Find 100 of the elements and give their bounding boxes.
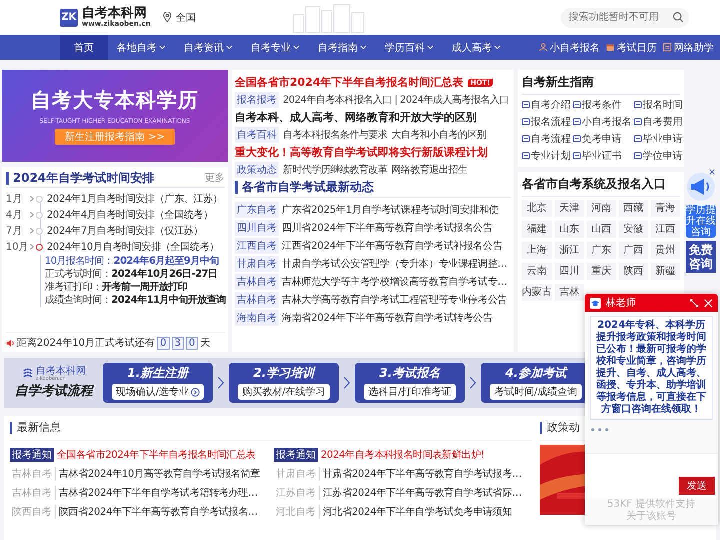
article-link[interactable]: 陕西省2024年下半年高等教育自学考试报名… <box>59 504 258 518</box>
article-link[interactable]: 海南省2024年下半年高等教育自学考试转考公告 <box>282 311 493 325</box>
article-link[interactable]: 全国各省市2024年下半年自考报名时间汇总表 <box>57 448 256 462</box>
banner-title: 自考大专本科学历 <box>31 87 199 114</box>
region-tag[interactable]: 甘肃自考 <box>235 256 279 272</box>
guide-link[interactable]: 小自考报名 <box>573 115 632 129</box>
schedule-link[interactable]: 2024年1月自考时间安排（广东、江苏） <box>47 192 223 206</box>
guide-link[interactable]: 自考介绍 <box>522 98 571 112</box>
article-link[interactable]: 甘肃自学考试公安管理学（专升本）专业课程调整… <box>282 257 508 271</box>
guide-link[interactable]: 报名时间 <box>634 98 683 112</box>
province-link[interactable]: 上海 <box>522 242 552 259</box>
schedule-link[interactable]: 2024年4月自考时间安排（全国统考） <box>47 208 214 222</box>
article-link[interactable]: 大自考和小自考的区别 <box>392 128 486 142</box>
province-link[interactable]: 云南 <box>522 263 552 280</box>
nav-item[interactable]: 自考专业 <box>242 35 309 60</box>
province-link[interactable]: 山西 <box>587 221 616 238</box>
province-link[interactable]: 吉林 <box>555 284 584 301</box>
consult-badge[interactable]: 学历提升在线咨询 <box>686 205 716 238</box>
article-link[interactable]: 吉林省2024年10月高等教育自学考试报名简章 <box>59 466 260 480</box>
region-tag[interactable]: 海南自考 <box>235 310 279 326</box>
article-link[interactable]: 2024年自考本科报名时间表新鲜出炉! <box>321 448 485 462</box>
consult-button[interactable]: 免费咨询 <box>686 241 716 273</box>
expand-icon[interactable] <box>690 298 699 308</box>
category-tag[interactable]: 政策动态 <box>235 162 279 178</box>
province-link[interactable]: 四川 <box>555 263 584 280</box>
province-link[interactable]: 重庆 <box>587 263 616 280</box>
province-link[interactable]: 江西 <box>651 221 680 238</box>
region-tag[interactable]: 吉林自考 <box>235 292 279 308</box>
headline-link[interactable]: 重大变化！高等教育自学考试即将实行新版课程计划 <box>235 145 488 160</box>
nav-item[interactable]: 首页 <box>60 35 108 60</box>
province-link[interactable]: 西藏 <box>619 200 648 217</box>
province-link[interactable]: 北京 <box>522 200 552 217</box>
region-tag[interactable]: 吉林自考 <box>235 274 279 290</box>
guide-link[interactable]: 自考费用 <box>634 115 683 129</box>
guide-link[interactable]: 毕业申请 <box>634 132 683 146</box>
nav-link[interactable]: 网络助学 <box>663 40 714 54</box>
province-link[interactable]: 浙江 <box>555 242 584 259</box>
nav-item[interactable]: 自考指南 <box>309 35 376 60</box>
month-label: 10月 <box>6 241 28 254</box>
headline-link[interactable]: 自考本科、成人高考、网络教育和开放大学的区别 <box>235 110 477 125</box>
region-tag[interactable]: 江西自考 <box>235 238 279 254</box>
article-link[interactable]: 吉林大学高等教育自学考试工程管理等专业停考公告 <box>282 293 508 307</box>
category-tag[interactable]: 报名报考 <box>235 92 279 108</box>
nav-item[interactable]: 成人高考 <box>443 35 510 60</box>
province-link[interactable]: 青海 <box>651 200 680 217</box>
list-icon <box>634 135 642 143</box>
article-link[interactable]: 四川省2024年下半年高等教育自学考试报名公告 <box>282 221 493 235</box>
schedule-link[interactable]: 2024年10月自考时间安排（全国统考） <box>47 240 220 254</box>
province-link[interactable]: 陕西 <box>619 263 648 280</box>
province-link[interactable]: 山东 <box>555 221 584 238</box>
province-link[interactable]: 安徽 <box>619 221 648 238</box>
province-link[interactable]: 天津 <box>555 200 584 217</box>
message-input[interactable]: 发送 <box>585 453 718 498</box>
send-button[interactable]: 发送 <box>679 477 715 495</box>
category-tag[interactable]: 自考百科 <box>235 126 279 142</box>
process-step[interactable]: 2.学习培训 购买教材/在线学习 <box>229 363 339 403</box>
province-link[interactable]: 贵州 <box>651 242 680 259</box>
nav-link[interactable]: 小自考报名 <box>539 40 600 54</box>
article-link[interactable]: 2024年自考本科报名入口 | 2024年成人高考报名入口 <box>283 92 510 106</box>
province-link[interactable]: 福建 <box>522 221 552 238</box>
process-step[interactable]: 1.新生注册 现场确认/选专业 <box>103 363 213 403</box>
province-link[interactable]: 新疆 <box>651 263 680 280</box>
search-field[interactable]: 搜索功能暂时不可用 <box>561 8 689 28</box>
province-link[interactable]: 内蒙古 <box>522 284 552 301</box>
book-icon <box>663 43 672 52</box>
process-step[interactable]: 3.考试报名 选科目/打印准考证 <box>355 363 465 403</box>
guide-link[interactable]: 毕业证书 <box>573 149 632 163</box>
article-link[interactable]: 吉林师范大学等主考学校增设高等教育自学考试专… <box>282 275 508 289</box>
guide-link[interactable]: 报名流程 <box>522 115 571 129</box>
article-link[interactable]: 网络教育退出招生 <box>392 162 468 176</box>
region-tag[interactable]: 四川自考 <box>235 220 279 236</box>
article-link[interactable]: 自考本科报名条件与要求 <box>283 128 388 142</box>
category-tag[interactable]: 报考通知 <box>10 448 54 462</box>
nav-item[interactable]: 学历百科 <box>376 35 443 60</box>
article-link[interactable]: 新时代学历继续教育改革 <box>283 162 388 176</box>
province-link[interactable]: 河南 <box>587 200 616 217</box>
article-link[interactable]: 江西省2024年下半年高等教育自学考试补报名公告 <box>282 239 503 253</box>
region-tag[interactable]: 广东自考 <box>235 202 279 218</box>
headline-link[interactable]: 全国各省市2024年下半年自考报名时间汇总表 <box>235 75 464 90</box>
logo-icon[interactable]: ZK <box>60 8 78 26</box>
article-link[interactable]: 吉林省2024年下半年自学考试考籍转考办理… <box>59 486 258 500</box>
article-link[interactable]: 甘肃省2024年下半年高等教育自学考试报考… <box>323 466 522 480</box>
schedule-link[interactable]: 2024年7月自考时间安排（仅江苏） <box>47 224 204 238</box>
province-link[interactable]: 广西 <box>619 242 648 259</box>
guide-link[interactable]: 自考流程 <box>522 132 571 146</box>
guide-link[interactable]: 报考条件 <box>573 98 632 112</box>
close-button[interactable]: × <box>708 168 716 178</box>
article-link[interactable]: 河北省2024年下半年自学考试免考申请须知 <box>323 504 512 518</box>
guide-link[interactable]: 免考申请 <box>573 132 632 146</box>
province-link[interactable]: 广东 <box>587 242 616 259</box>
article-link[interactable]: 广东省2025年1月自学考试课程考试时间安排和使 <box>282 203 500 217</box>
guide-link[interactable]: 专业计划 <box>522 149 571 163</box>
article-link[interactable]: 江苏省2024年下半年高等教育自学考试省际… <box>323 486 522 500</box>
location-label[interactable]: 全国 <box>176 10 196 24</box>
guide-link[interactable]: 学位申请 <box>634 149 683 163</box>
category-tag[interactable]: 报考通知 <box>274 448 318 462</box>
nav-link[interactable]: 考试日历 <box>606 40 657 54</box>
nav-item[interactable]: 各地自考 <box>108 35 175 60</box>
nav-item[interactable]: 自考资讯 <box>175 35 242 60</box>
close-icon[interactable] <box>704 298 713 308</box>
